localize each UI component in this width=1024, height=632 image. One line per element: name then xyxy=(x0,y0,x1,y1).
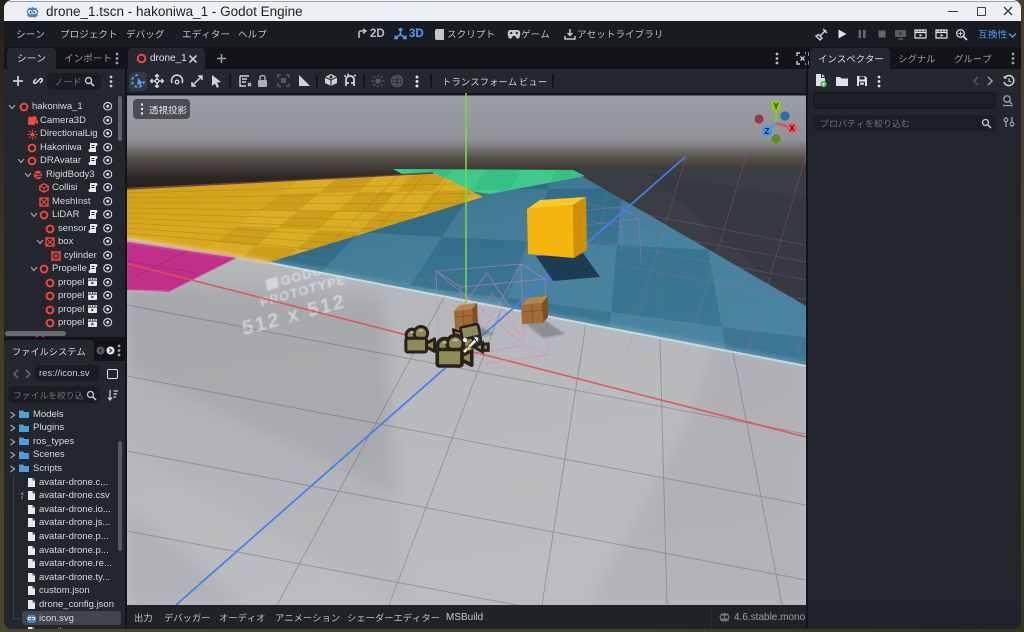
svg-text:Y: Y xyxy=(773,102,779,111)
svg-text:X: X xyxy=(789,124,795,133)
svg-text:Z: Z xyxy=(765,127,770,136)
